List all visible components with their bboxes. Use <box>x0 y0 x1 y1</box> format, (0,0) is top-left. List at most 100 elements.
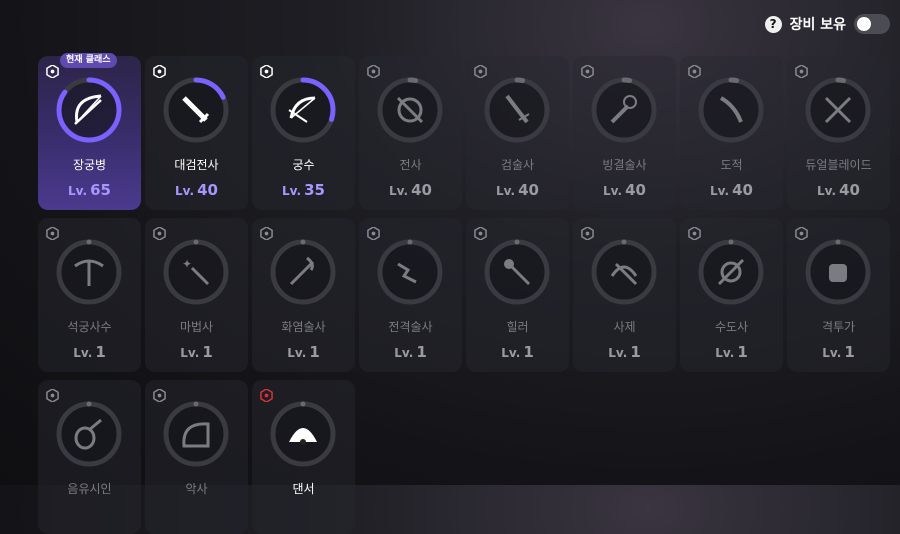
class-level: Lv. 1 <box>38 343 141 361</box>
class-card[interactable]: 수도사 Lv. 1 <box>680 218 783 372</box>
class-card[interactable]: 힐러 Lv. 1 <box>466 218 569 372</box>
fist-icon <box>829 264 847 282</box>
level-prefix: Lv. <box>715 346 735 360</box>
lute-icon <box>74 418 102 450</box>
level-prefix: Lv. <box>180 346 200 360</box>
level-value: 1 <box>630 343 641 361</box>
class-level <box>38 505 141 523</box>
holy-staff-icon <box>610 262 638 286</box>
mace-icon <box>504 259 531 286</box>
class-card[interactable]: 석궁사수 Lv. 1 <box>38 218 141 372</box>
class-level <box>145 505 248 523</box>
class-name: 석궁사수 <box>67 320 112 334</box>
class-level: Lv. 1 <box>573 343 676 361</box>
class-card[interactable]: 빙결술사 Lv. 40 <box>573 56 676 210</box>
class-card[interactable]: 듀얼블레이드 Lv. 40 <box>787 56 890 210</box>
level-value: 1 <box>523 343 534 361</box>
class-name: 듀얼블레이드 <box>805 158 872 172</box>
equipment-owned-control: ? 장비 보유 <box>764 14 890 34</box>
class-name: 힐러 <box>506 320 529 334</box>
class-name: 궁수 <box>292 158 315 172</box>
class-card[interactable]: 격투가 Lv. 1 <box>787 218 890 372</box>
class-level: Lv. 1 <box>145 343 248 361</box>
crossbow-icon <box>74 259 104 286</box>
level-value: 40 <box>518 181 539 199</box>
class-name: 도적 <box>720 158 743 172</box>
class-level: Lv. 1 <box>680 343 783 361</box>
level-prefix: Lv. <box>603 184 623 198</box>
class-name: 전격술사 <box>388 320 433 334</box>
level-prefix: Lv. <box>817 184 837 198</box>
level-value: 35 <box>304 181 325 199</box>
current-class-badge: 현재 클래스 <box>60 53 117 68</box>
class-level: Lv. 40 <box>145 181 248 199</box>
class-level: Lv. 35 <box>252 181 355 199</box>
level-prefix: Lv. <box>394 346 414 360</box>
own-gear-label: 장비 보유 <box>789 17 846 33</box>
level-value: 1 <box>844 343 855 361</box>
own-gear-toggle[interactable] <box>854 14 890 34</box>
class-level: Lv. 40 <box>573 181 676 199</box>
class-card[interactable]: 댄서 <box>252 380 355 534</box>
class-card[interactable]: 현재 클래스 장궁병 Lv. 65 <box>38 53 141 210</box>
fan-icon <box>289 428 317 445</box>
class-name: 빙결술사 <box>602 158 647 172</box>
class-card[interactable]: 궁수 Lv. 35 <box>252 56 355 210</box>
class-level: Lv. 40 <box>466 181 569 199</box>
class-name: 장궁병 <box>72 158 107 172</box>
level-value: 40 <box>839 181 860 199</box>
svg-text:✦: ✦ <box>182 257 192 271</box>
level-prefix: Lv. <box>389 184 409 198</box>
class-card[interactable]: 화염술사 Lv. 1 <box>252 218 355 372</box>
class-card[interactable]: 악사 <box>145 380 248 534</box>
class-level: Lv. 40 <box>680 181 783 199</box>
scroll-staff-icon <box>717 258 745 286</box>
class-name: 화염술사 <box>281 320 326 334</box>
level-value: 1 <box>95 343 106 361</box>
level-value: 40 <box>732 181 753 199</box>
class-card[interactable]: 도적 Lv. 40 <box>680 56 783 210</box>
level-prefix: Lv. <box>282 184 302 198</box>
frost-staff-icon <box>610 95 637 124</box>
lightning-staff-icon <box>397 262 417 284</box>
shield-sword-icon <box>396 96 424 124</box>
class-name: 수도사 <box>714 320 749 334</box>
class-card[interactable]: 대검전사 Lv. 40 <box>145 56 248 210</box>
class-name: 전사 <box>399 158 422 172</box>
class-name: 악사 <box>185 482 208 496</box>
greatsword-icon <box>182 96 210 124</box>
class-card[interactable]: 사제 Lv. 1 <box>573 218 676 372</box>
level-prefix: Lv. <box>822 346 842 360</box>
class-name: 대검전사 <box>174 158 219 172</box>
class-level: Lv. 40 <box>787 181 890 199</box>
level-value: 40 <box>625 181 646 199</box>
level-value: 1 <box>416 343 427 361</box>
class-card[interactable]: 음유시인 <box>38 380 141 534</box>
level-value: 40 <box>197 181 218 199</box>
class-name: 사제 <box>613 320 636 334</box>
level-value: 40 <box>411 181 432 199</box>
class-name: 음유시인 <box>67 482 112 496</box>
magic-wand-icon: ✦ <box>182 257 210 286</box>
longbow-icon <box>74 94 102 125</box>
level-prefix: Lv. <box>501 346 521 360</box>
level-prefix: Lv. <box>68 184 88 198</box>
class-card[interactable]: 전격술사 Lv. 1 <box>359 218 462 372</box>
class-level: Lv. 65 <box>38 181 141 199</box>
level-prefix: Lv. <box>710 184 730 198</box>
class-name: 댄서 <box>292 482 315 496</box>
harp-icon <box>182 422 210 448</box>
level-prefix: Lv. <box>287 346 307 360</box>
level-prefix: Lv. <box>608 346 628 360</box>
level-prefix: Lv. <box>73 346 93 360</box>
class-level: Lv. 1 <box>359 343 462 361</box>
question-circle-icon[interactable]: ? <box>764 15 782 33</box>
class-card[interactable]: 검술사 Lv. 40 <box>466 56 569 210</box>
level-value: 65 <box>90 181 111 199</box>
class-level: Lv. 40 <box>359 181 462 199</box>
class-card[interactable]: ✦ 마법사 Lv. 1 <box>145 218 248 372</box>
fire-staff-icon <box>289 256 315 286</box>
sword-icon <box>505 94 530 124</box>
dual-blades-icon <box>824 96 852 124</box>
class-card[interactable]: 전사 Lv. 40 <box>359 56 462 210</box>
